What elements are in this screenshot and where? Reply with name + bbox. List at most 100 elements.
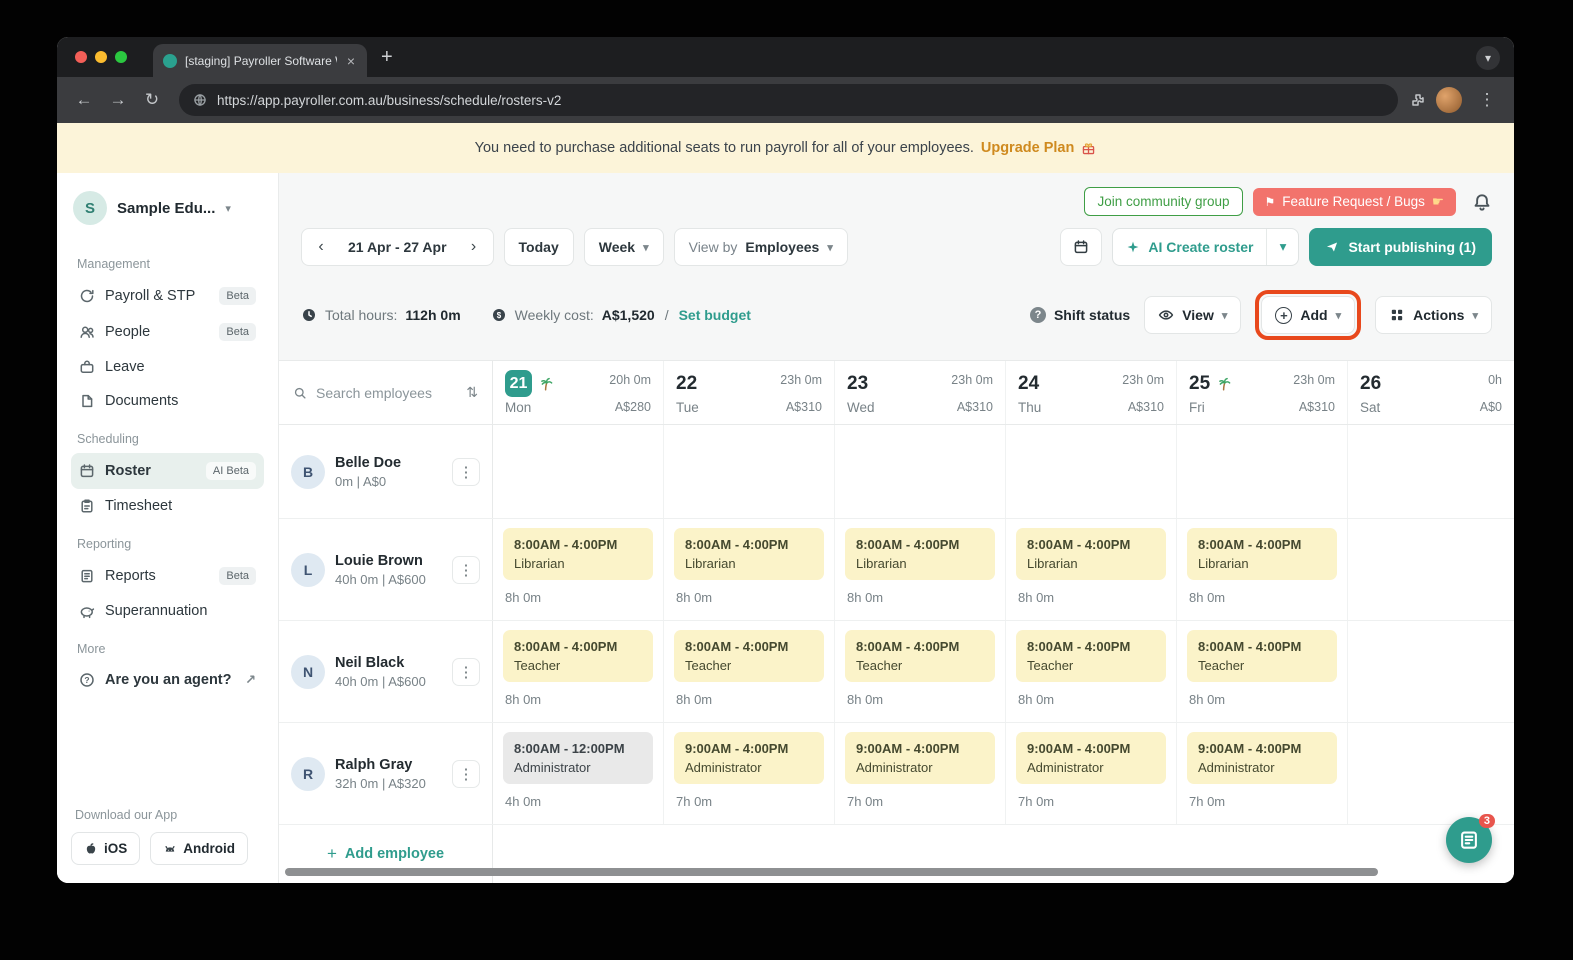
- shift-cell[interactable]: 9:00AM - 4:00PM Administrator 7h 0m: [664, 723, 835, 824]
- sidebar-item-timesheet[interactable]: Timesheet: [71, 489, 264, 523]
- shift-cell[interactable]: 8:00AM - 4:00PM Librarian 8h 0m: [835, 519, 1006, 620]
- shift-cell[interactable]: [1348, 425, 1514, 518]
- shift-cell[interactable]: 8:00AM - 4:00PM Teacher 8h 0m: [664, 621, 835, 722]
- back-button[interactable]: ←: [69, 90, 99, 110]
- day-header-thu[interactable]: 24 Thu 23h 0m A$310: [1006, 361, 1177, 424]
- shift-cell[interactable]: 8:00AM - 4:00PM Teacher 8h 0m: [835, 621, 1006, 722]
- employee-menu-button[interactable]: ⋮: [452, 555, 480, 584]
- tab-list-chevron-icon[interactable]: ▾: [1476, 46, 1500, 70]
- shift-card[interactable]: 8:00AM - 12:00PM Administrator: [503, 732, 653, 784]
- add-dropdown[interactable]: + Add ▾: [1261, 296, 1356, 334]
- shift-cell[interactable]: [1348, 723, 1514, 824]
- download-app-label: Download our App: [75, 808, 178, 822]
- join-community-button[interactable]: Join community group: [1084, 187, 1243, 216]
- reload-button[interactable]: ↻: [137, 90, 167, 110]
- shift-cell[interactable]: [1348, 621, 1514, 722]
- shift-cell[interactable]: 9:00AM - 4:00PM Administrator 7h 0m: [1006, 723, 1177, 824]
- sidebar-item-people[interactable]: People Beta: [71, 314, 264, 350]
- shift-card[interactable]: 9:00AM - 4:00PM Administrator: [1187, 732, 1337, 784]
- minimize-window-button[interactable]: [95, 51, 107, 63]
- ai-create-roster-chevron[interactable]: ▾: [1266, 229, 1298, 265]
- shift-cell[interactable]: [1348, 519, 1514, 620]
- day-header-fri[interactable]: 25 Fri 23h 0m A$310: [1177, 361, 1348, 424]
- shift-cell[interactable]: 8:00AM - 4:00PM Librarian 8h 0m: [1177, 519, 1348, 620]
- browser-tab[interactable]: [staging] Payroller Software W ×: [153, 44, 367, 77]
- today-button[interactable]: Today: [503, 228, 574, 266]
- ai-create-roster-button[interactable]: AI Create roster: [1113, 229, 1266, 265]
- shift-cell[interactable]: 9:00AM - 4:00PM Administrator 7h 0m: [835, 723, 1006, 824]
- close-window-button[interactable]: [75, 51, 87, 63]
- shift-card[interactable]: 9:00AM - 4:00PM Administrator: [674, 732, 824, 784]
- palm-icon: [1215, 376, 1231, 392]
- browser-profile-avatar[interactable]: [1436, 87, 1462, 113]
- sidebar-item-roster[interactable]: Roster AI Beta: [71, 453, 264, 489]
- actions-dropdown[interactable]: Actions ▾: [1375, 296, 1492, 334]
- employee-menu-button[interactable]: ⋮: [452, 657, 480, 686]
- start-publishing-button[interactable]: Start publishing (1): [1309, 228, 1492, 266]
- view-by-value: Employees: [745, 239, 820, 255]
- previous-week-button[interactable]: ‹: [306, 238, 336, 256]
- day-header-sat[interactable]: 26 Sat 0h A$0: [1348, 361, 1514, 424]
- next-week-button[interactable]: ›: [459, 238, 489, 256]
- shift-cell[interactable]: 8:00AM - 4:00PM Teacher 8h 0m: [1177, 621, 1348, 722]
- sidebar-item-are-you-an-agent[interactable]: ? Are you an agent? ↗: [71, 663, 264, 697]
- roster-fab-button[interactable]: 3: [1446, 814, 1495, 863]
- shift-cell[interactable]: 8:00AM - 4:00PM Librarian 8h 0m: [664, 519, 835, 620]
- shift-card[interactable]: 8:00AM - 4:00PM Teacher: [1187, 630, 1337, 682]
- view-by-dropdown[interactable]: View by Employees ▾: [673, 228, 848, 266]
- shift-card[interactable]: 8:00AM - 4:00PM Teacher: [674, 630, 824, 682]
- employee-menu-button[interactable]: ⋮: [452, 759, 480, 788]
- upgrade-plan-link[interactable]: Upgrade Plan: [981, 140, 1074, 156]
- shift-cell[interactable]: 8:00AM - 4:00PM Teacher 8h 0m: [1006, 621, 1177, 722]
- shift-cell[interactable]: 8:00AM - 4:00PM Librarian 8h 0m: [1006, 519, 1177, 620]
- fullscreen-window-button[interactable]: [115, 51, 127, 63]
- shift-card[interactable]: 8:00AM - 4:00PM Librarian: [503, 528, 653, 580]
- ios-app-button[interactable]: iOS: [71, 832, 141, 865]
- extensions-icon[interactable]: [1410, 92, 1426, 108]
- browser-menu-icon[interactable]: ⋮: [1472, 90, 1502, 110]
- workspace-switcher[interactable]: S Sample Edu... ▾: [73, 191, 262, 225]
- android-app-button[interactable]: Android: [150, 832, 249, 865]
- employee-menu-button[interactable]: ⋮: [452, 457, 480, 486]
- feature-request-button[interactable]: ⚑ Feature Request / Bugs ☛: [1252, 187, 1456, 216]
- sidebar-item-reports[interactable]: Reports Beta: [71, 558, 264, 594]
- new-tab-button[interactable]: +: [381, 46, 393, 69]
- shift-card[interactable]: 8:00AM - 4:00PM Librarian: [845, 528, 995, 580]
- search-input[interactable]: [316, 384, 434, 401]
- shift-card[interactable]: 9:00AM - 4:00PM Administrator: [845, 732, 995, 784]
- sidebar-item-superannuation[interactable]: Superannuation: [71, 594, 264, 628]
- shift-card[interactable]: 8:00AM - 4:00PM Librarian: [1016, 528, 1166, 580]
- shift-card[interactable]: 8:00AM - 4:00PM Teacher: [503, 630, 653, 682]
- shift-card[interactable]: 8:00AM - 4:00PM Teacher: [1016, 630, 1166, 682]
- sidebar-item-leave[interactable]: Leave: [71, 350, 264, 384]
- calendar-sync-button[interactable]: [1060, 228, 1103, 266]
- shift-card[interactable]: 9:00AM - 4:00PM Administrator: [1016, 732, 1166, 784]
- view-dropdown[interactable]: View ▾: [1144, 296, 1242, 334]
- shift-card[interactable]: 8:00AM - 4:00PM Librarian: [1187, 528, 1337, 580]
- sort-icon[interactable]: ⇅: [466, 384, 478, 401]
- shift-card[interactable]: 8:00AM - 4:00PM Librarian: [674, 528, 824, 580]
- shift-cell[interactable]: [1006, 425, 1177, 518]
- shift-cell[interactable]: [493, 425, 664, 518]
- tab-close-icon[interactable]: ×: [345, 53, 357, 69]
- sidebar-item-documents[interactable]: Documents: [71, 384, 264, 418]
- shift-status-button[interactable]: ? Shift status: [1029, 307, 1130, 323]
- shift-cell[interactable]: [835, 425, 1006, 518]
- forward-button[interactable]: →: [103, 90, 133, 110]
- set-budget-link[interactable]: Set budget: [679, 307, 751, 323]
- shift-cell[interactable]: 8:00AM - 4:00PM Teacher 8h 0m: [493, 621, 664, 722]
- shift-cell[interactable]: 9:00AM - 4:00PM Administrator 7h 0m: [1177, 723, 1348, 824]
- shift-cell[interactable]: 8:00AM - 12:00PM Administrator 4h 0m: [493, 723, 664, 824]
- shift-cell[interactable]: 8:00AM - 4:00PM Librarian 8h 0m: [493, 519, 664, 620]
- horizontal-scrollbar[interactable]: [285, 868, 1378, 876]
- view-mode-dropdown[interactable]: Week ▾: [583, 228, 664, 266]
- day-header-tue[interactable]: 22 Tue 23h 0m A$310: [664, 361, 835, 424]
- shift-card[interactable]: 8:00AM - 4:00PM Teacher: [845, 630, 995, 682]
- day-header-wed[interactable]: 23 Wed 23h 0m A$310: [835, 361, 1006, 424]
- notifications-button[interactable]: [1472, 192, 1492, 212]
- day-header-mon[interactable]: 21 Mon 20h 0m A$280: [493, 361, 664, 424]
- shift-cell[interactable]: [664, 425, 835, 518]
- shift-cell[interactable]: [1177, 425, 1348, 518]
- address-bar[interactable]: https://app.payroller.com.au/business/sc…: [179, 84, 1398, 116]
- sidebar-item-payroll-stp[interactable]: Payroll & STP Beta: [71, 278, 264, 314]
